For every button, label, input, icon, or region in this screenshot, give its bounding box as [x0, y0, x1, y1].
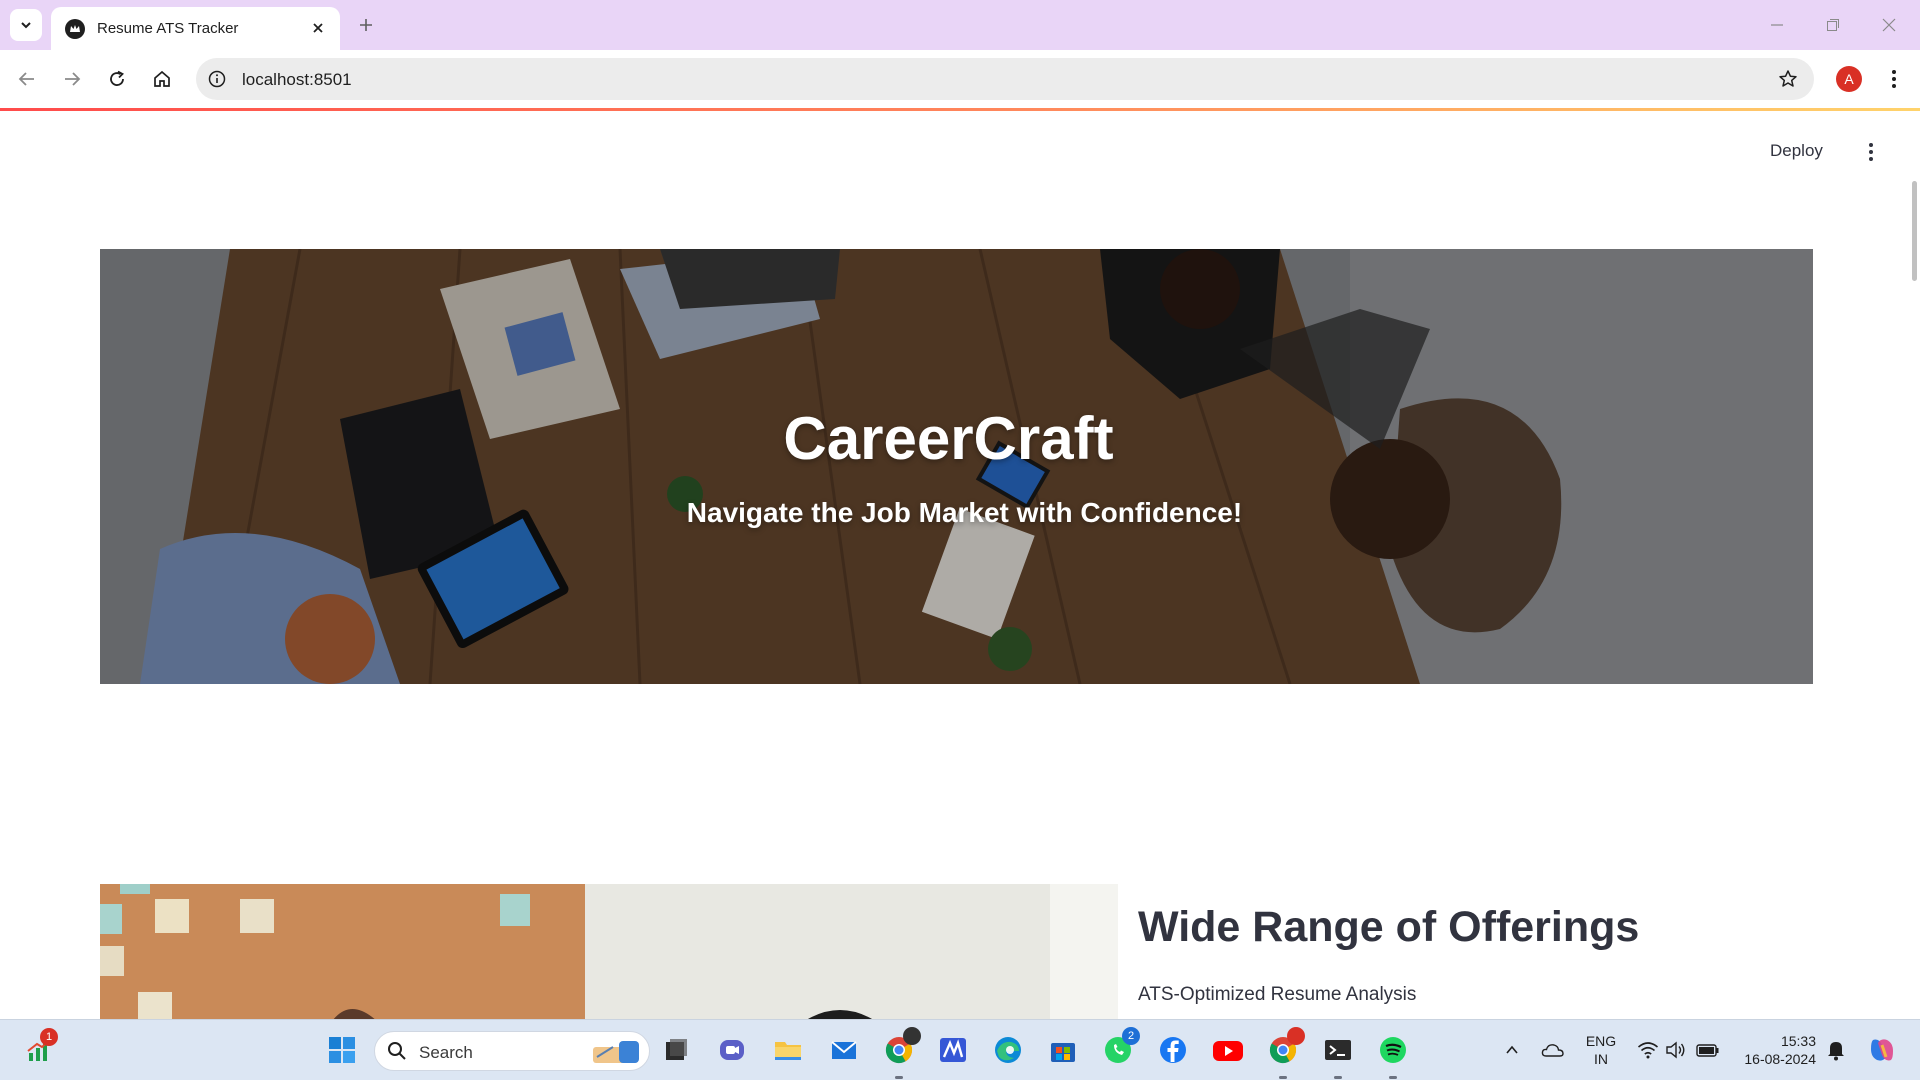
running-indicator	[895, 1076, 903, 1079]
restore-icon[interactable]	[1818, 10, 1848, 40]
windows-taskbar: 1 Search 2 ENG IN 15:33 16-08-2024	[0, 1019, 1920, 1080]
running-indicator	[1279, 1076, 1287, 1079]
profile-avatar[interactable]: A	[1836, 66, 1862, 92]
browser-toolbar: localhost:8501 A	[0, 50, 1920, 108]
close-window-icon[interactable]	[1874, 10, 1904, 40]
whatsapp-icon[interactable]: 2	[1100, 1027, 1140, 1068]
offerings-heading: Wide Range of Offerings	[1138, 903, 1640, 951]
file-explorer-icon[interactable]	[770, 1032, 806, 1068]
chrome-icon[interactable]	[881, 1027, 921, 1079]
volume-icon[interactable]	[1658, 1032, 1694, 1068]
hero-banner: CareerCraft Navigate the Job Market with…	[100, 249, 1813, 684]
onedrive-cloud-icon[interactable]	[1535, 1032, 1571, 1068]
language-code: ENG	[1585, 1033, 1617, 1049]
tab-title: Resume ATS Tracker	[97, 20, 239, 37]
clock-time: 15:33	[1780, 1033, 1816, 1049]
hero-title: CareerCraft	[783, 405, 1114, 472]
chrome-profile-badge	[903, 1027, 921, 1045]
app-content: Deploy CareerCraft Navigate the Job Mark…	[0, 111, 1920, 1019]
site-info-icon[interactable]	[204, 66, 230, 92]
facebook-icon[interactable]	[1155, 1032, 1191, 1068]
offering-item: ATS-Optimized Resume Analysis	[1138, 984, 1417, 1005]
address-bar[interactable]: localhost:8501	[196, 58, 1814, 100]
chrome-profile-icon[interactable]	[1265, 1027, 1305, 1079]
windows-start-icon[interactable]	[324, 1032, 360, 1068]
app-main-menu-icon[interactable]	[1858, 137, 1884, 167]
search-icon	[388, 1042, 406, 1060]
stocks-widget-icon[interactable]: 1	[22, 1028, 58, 1068]
battery-icon[interactable]	[1690, 1032, 1726, 1068]
reload-icon[interactable]	[100, 62, 134, 96]
minimize-icon[interactable]	[1762, 10, 1792, 40]
search-placeholder: Search	[419, 1043, 473, 1062]
whatsapp-unread-badge: 2	[1122, 1027, 1140, 1045]
new-tab-icon[interactable]	[352, 11, 380, 39]
back-icon[interactable]	[10, 62, 44, 96]
editor-app-icon[interactable]	[935, 1032, 971, 1068]
url-text[interactable]: localhost:8501	[242, 70, 352, 90]
notification-bell-icon[interactable]	[1818, 1032, 1854, 1068]
taskbar-search-box[interactable]: Search	[374, 1031, 650, 1071]
terminal-icon[interactable]	[1320, 1032, 1356, 1079]
clock-date: 16-08-2024	[1744, 1051, 1816, 1067]
copilot-icon[interactable]	[1864, 1032, 1900, 1068]
chevron-down-icon	[21, 22, 31, 29]
chrome-profile-avatar-badge	[1287, 1027, 1305, 1045]
mail-icon[interactable]	[826, 1032, 862, 1068]
clock[interactable]: 15:33 16-08-2024	[1726, 1032, 1816, 1068]
hero-subtitle: Navigate the Job Market with Confidence!	[686, 497, 1243, 528]
language-indicator[interactable]: ENG IN	[1584, 1032, 1618, 1068]
page-scrollbar[interactable]	[1912, 181, 1917, 281]
search-highlight-icon	[593, 1041, 639, 1063]
offerings-image	[100, 884, 1118, 1019]
teams-chat-icon[interactable]	[714, 1032, 750, 1068]
browser-tab-strip: Resume ATS Tracker	[0, 0, 1920, 50]
close-tab-icon[interactable]	[308, 18, 328, 38]
running-indicator	[1334, 1076, 1342, 1079]
language-region: IN	[1594, 1051, 1608, 1067]
forward-icon[interactable]	[55, 62, 89, 96]
active-tab[interactable]: Resume ATS Tracker	[51, 7, 340, 50]
chevron-up-icon[interactable]	[1494, 1032, 1530, 1068]
edge-icon[interactable]	[990, 1032, 1026, 1068]
bookmark-star-icon[interactable]	[1776, 67, 1800, 91]
home-icon[interactable]	[145, 62, 179, 96]
browser-menu-icon[interactable]	[1880, 62, 1908, 96]
youtube-icon[interactable]	[1210, 1032, 1246, 1068]
stocks-notification-badge: 1	[40, 1028, 58, 1046]
streamlit-crown-icon	[65, 18, 85, 39]
spotify-icon[interactable]	[1375, 1032, 1411, 1079]
running-indicator	[1389, 1076, 1397, 1079]
task-view-icon[interactable]	[658, 1032, 694, 1068]
tab-search-button[interactable]	[10, 9, 42, 41]
office-wall-image	[100, 884, 1118, 1019]
microsoft-store-icon[interactable]	[1045, 1032, 1081, 1068]
deploy-button[interactable]: Deploy	[1770, 141, 1823, 161]
